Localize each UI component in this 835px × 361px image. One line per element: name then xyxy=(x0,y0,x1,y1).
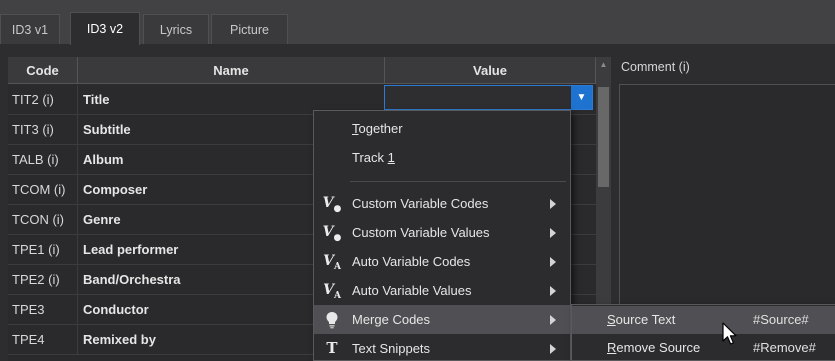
menu-item-custom-variable-values[interactable]: V● Custom Variable Values xyxy=(314,218,570,247)
custom-variable-codes-icon: V● xyxy=(322,195,342,214)
submenu-arrow-icon xyxy=(550,305,558,334)
menu-item-label: Track 1 xyxy=(352,150,395,165)
tab-picture[interactable]: Picture xyxy=(211,14,288,44)
submenu-arrow-icon xyxy=(550,218,558,247)
tag-code: TPE1 (i) xyxy=(8,235,78,265)
submenu-arrow-icon xyxy=(550,189,558,218)
menu-item-label: Custom Variable Values xyxy=(352,225,490,240)
menu-item-label: Auto Variable Values xyxy=(352,283,472,298)
submenu-item-source-text[interactable]: Source Text #Source# xyxy=(572,306,835,334)
submenu-item-label: Source Text xyxy=(607,312,676,327)
menu-item-auto-variable-codes[interactable]: VA Auto Variable Codes xyxy=(314,247,570,276)
menu-item-text-snippets[interactable]: T Text Snippets xyxy=(314,334,570,361)
custom-variable-values-icon: V● xyxy=(322,224,342,243)
tag-code: TCON (i) xyxy=(8,205,78,235)
scrollbar-thumb[interactable] xyxy=(598,87,609,187)
tag-code: TALB (i) xyxy=(8,145,78,175)
submenu-arrow-icon xyxy=(550,247,558,276)
merge-codes-submenu: Source Text #Source# Remove Source #Remo… xyxy=(571,304,835,361)
submenu-item-label: Remove Source xyxy=(607,340,701,355)
auto-variable-values-icon: VA xyxy=(323,282,341,301)
menu-item-together[interactable]: Together xyxy=(314,114,570,143)
tab-bar: ID3 v1 ID3 v2 Lyrics Picture xyxy=(0,0,835,45)
scroll-up-icon[interactable]: ▲ xyxy=(596,57,611,72)
value-dropdown[interactable]: ▼ xyxy=(384,85,593,110)
menu-item-custom-variable-codes[interactable]: V● Custom Variable Codes xyxy=(314,189,570,218)
tab-lyrics[interactable]: Lyrics xyxy=(143,14,209,44)
tag-code: TPE3 xyxy=(8,295,78,325)
menu-item-merge-codes[interactable]: Merge Codes xyxy=(314,305,570,334)
mouse-cursor-icon xyxy=(722,322,737,345)
tab-id3-v1[interactable]: ID3 v1 xyxy=(0,14,60,44)
tag-code: TIT3 (i) xyxy=(8,115,78,145)
menu-item-label: Merge Codes xyxy=(352,312,431,327)
merge-code: #Remove# xyxy=(753,340,816,355)
column-header-name[interactable]: Name xyxy=(78,57,385,84)
merge-code: #Source# xyxy=(753,312,809,327)
column-header-code[interactable]: Code xyxy=(8,57,78,84)
submenu-arrow-icon xyxy=(550,276,558,305)
tag-code: TCOM (i) xyxy=(8,175,78,205)
menu-item-label: Auto Variable Codes xyxy=(352,254,471,269)
lightbulb-icon xyxy=(321,305,343,334)
menu-item-label: Text Snippets xyxy=(352,341,431,356)
menu-item-track-1[interactable]: Track 1 xyxy=(314,143,570,172)
tab-id3-v2[interactable]: ID3 v2 xyxy=(70,12,140,45)
menu-item-label: Custom Variable Codes xyxy=(352,196,489,211)
comment-label: Comment (i) xyxy=(621,60,690,74)
auto-variable-codes-icon: VA xyxy=(323,253,341,272)
menu-item-label: Together xyxy=(352,121,403,136)
tag-code: TPE2 (i) xyxy=(8,265,78,295)
tag-code: TPE4 xyxy=(8,325,78,355)
submenu-item-remove-source[interactable]: Remove Source #Remove# xyxy=(572,334,835,361)
context-menu: Together Track 1 V● Custom Variable Code… xyxy=(313,110,571,361)
text-t-icon: T xyxy=(326,339,338,357)
submenu-arrow-icon xyxy=(550,334,558,361)
column-header-value[interactable]: Value xyxy=(385,57,596,84)
menu-separator xyxy=(350,181,566,182)
menu-item-auto-variable-values[interactable]: VA Auto Variable Values xyxy=(314,276,570,305)
tag-code: TIT2 (i) xyxy=(8,85,78,115)
dropdown-arrow-icon[interactable]: ▼ xyxy=(571,86,592,109)
